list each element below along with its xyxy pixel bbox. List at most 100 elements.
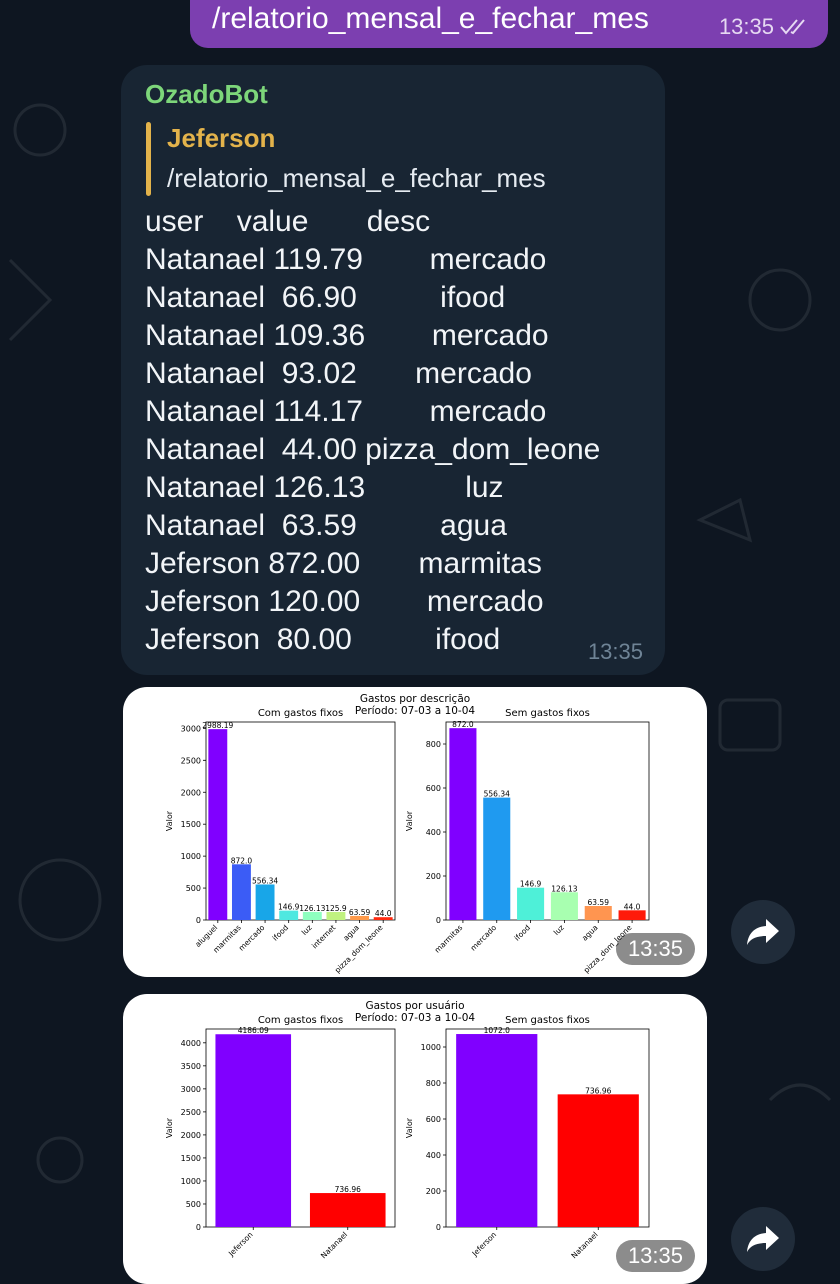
forward-button[interactable]	[731, 900, 795, 964]
message-line: Jeferson 80.00 ifood	[145, 623, 501, 656]
x-tick-label: Natanael	[569, 1230, 599, 1260]
y-tick-label: 0	[436, 1223, 441, 1232]
bar-value-label: 556.34	[252, 876, 278, 885]
message-line: Natanael 126.13 luz	[145, 471, 504, 504]
y-tick-label: 1000	[181, 852, 201, 861]
bar-value-label: 556.34	[484, 790, 510, 799]
y-tick-label: 3000	[181, 1085, 201, 1094]
sender-name[interactable]: OzadoBot	[145, 79, 268, 110]
x-tick-label: mercado	[469, 923, 499, 953]
message-line: Natanael 119.79 mercado	[145, 243, 547, 276]
y-tick-label: 3500	[181, 1062, 201, 1071]
x-tick-label: internet	[310, 923, 337, 950]
y-tick-label: 2000	[181, 788, 201, 797]
bar-value-label: 44.0	[375, 909, 392, 918]
message-line: Jeferson 120.00 mercado	[145, 585, 544, 618]
bar	[231, 864, 251, 920]
x-tick-label: ifood	[512, 923, 532, 943]
bar	[449, 728, 477, 920]
image-message-time: 13:35	[615, 933, 695, 965]
y-tick-label: 4000	[181, 1039, 201, 1048]
y-tick-label: 2000	[181, 1131, 201, 1140]
outgoing-message-text: /relatorio_mensal_e_fechar_mes	[212, 2, 649, 35]
message-line: Natanael 114.17 mercado	[145, 395, 547, 428]
y-tick-label: 1500	[181, 1154, 201, 1163]
bar-value-label: 872.0	[452, 720, 474, 729]
x-tick-label: agua	[341, 923, 361, 943]
y-tick-label: 400	[426, 1151, 441, 1160]
bar-value-label: 736.96	[585, 1086, 611, 1095]
chart-title: Com gastos fixos	[258, 1015, 343, 1026]
bar-value-label: 4186.09	[238, 1026, 269, 1035]
bar	[517, 887, 545, 920]
y-tick-label: 200	[426, 1187, 441, 1196]
y-tick-label: 0	[196, 916, 201, 925]
x-tick-label: Natanael	[319, 1230, 349, 1260]
bar-value-label: 126.13	[299, 904, 325, 913]
bar-value-label: 146.9	[278, 903, 300, 912]
bar	[302, 911, 322, 920]
incoming-message-time: 13:35	[587, 639, 643, 664]
bar	[550, 892, 578, 920]
figure-suptitle: Gastos por descrição	[360, 693, 470, 705]
message-line: Natanael 44.00 pizza_dom_leone	[145, 433, 601, 466]
y-tick-label: 0	[196, 1223, 201, 1232]
outgoing-message-time: 13:35	[718, 14, 774, 39]
x-tick-label: Jeferson	[226, 1230, 255, 1259]
y-tick-label: 500	[186, 884, 201, 893]
bar-value-label: 872.0	[231, 856, 253, 865]
x-tick-label: Jeferson	[470, 1230, 499, 1259]
bar	[215, 1034, 292, 1227]
y-tick-label: 500	[186, 1200, 201, 1209]
reply-quote-name[interactable]: Jeferson	[167, 123, 275, 154]
bar-value-label: 736.96	[335, 1185, 361, 1194]
y-tick-label: 1000	[421, 1043, 441, 1052]
bar	[557, 1094, 639, 1227]
image-message-time: 13:35	[615, 1240, 695, 1272]
y-axis-label: Valor	[405, 810, 414, 831]
chart-image: Gastos por usuárioPeríodo: 07-03 a 10-04…	[165, 1000, 650, 1260]
chart-image: Gastos por descriçãoPeríodo: 07-03 a 10-…	[165, 693, 650, 975]
bar	[279, 910, 299, 920]
chart-image-message[interactable]: Gastos por descrição Período: 07-03 a 10-…	[123, 687, 707, 977]
forward-arrow-icon	[747, 919, 779, 945]
double-check-icon	[780, 19, 805, 35]
bar-value-label: 126.13	[551, 884, 577, 893]
x-tick-label: agua	[580, 923, 600, 943]
chart-title: Com gastos fixos	[258, 708, 343, 719]
y-tick-label: 800	[426, 1079, 441, 1088]
bar	[483, 797, 511, 920]
bar	[309, 1193, 386, 1227]
message-line: Natanael 63.59 agua	[145, 509, 507, 542]
figure-suptitle: Gastos por usuário	[365, 1000, 464, 1012]
bar-value-label: 125.9	[325, 904, 347, 913]
bar-value-label: 63.59	[588, 898, 610, 907]
chart-image-message[interactable]: Gastos por usuário Período: 07-03 a 10-04…	[123, 994, 707, 1284]
message-line: user value desc	[145, 205, 431, 238]
reply-quote-bar	[146, 122, 151, 196]
x-tick-label: marmitas	[433, 923, 465, 955]
y-tick-label: 2500	[181, 756, 201, 765]
bar	[208, 729, 228, 920]
reply-quote-text[interactable]: /relatorio_mensal_e_fechar_mes	[167, 163, 546, 194]
bar	[326, 911, 346, 920]
y-tick-label: 800	[426, 740, 441, 749]
y-tick-label: 1500	[181, 820, 201, 829]
message-line: Jeferson 872.00 marmitas	[145, 547, 542, 580]
x-tick-label: luz	[300, 923, 314, 937]
y-axis-label: Valor	[165, 1117, 174, 1138]
message-line: Natanael 109.36 mercado	[145, 319, 549, 352]
bar-value-label: 63.59	[349, 908, 371, 917]
bar	[584, 906, 612, 920]
bar	[255, 884, 275, 920]
forward-button[interactable]	[731, 1207, 795, 1271]
bar-value-label: 1072.0	[484, 1026, 510, 1035]
bar	[456, 1034, 538, 1227]
message-line: Natanael 66.90 ifood	[145, 281, 506, 314]
outgoing-message[interactable]: /relatorio_mensal_e_fechar_mes 13:35	[190, 0, 828, 48]
message-line: Natanael 93.02 mercado	[145, 357, 532, 390]
y-tick-label: 600	[426, 1115, 441, 1124]
figure-period: Período: 07-03 a 10-04	[355, 705, 475, 717]
x-tick-label: ifood	[271, 923, 291, 943]
incoming-message[interactable]: OzadoBot Jeferson /relatorio_mensal_e_fe…	[121, 65, 665, 675]
